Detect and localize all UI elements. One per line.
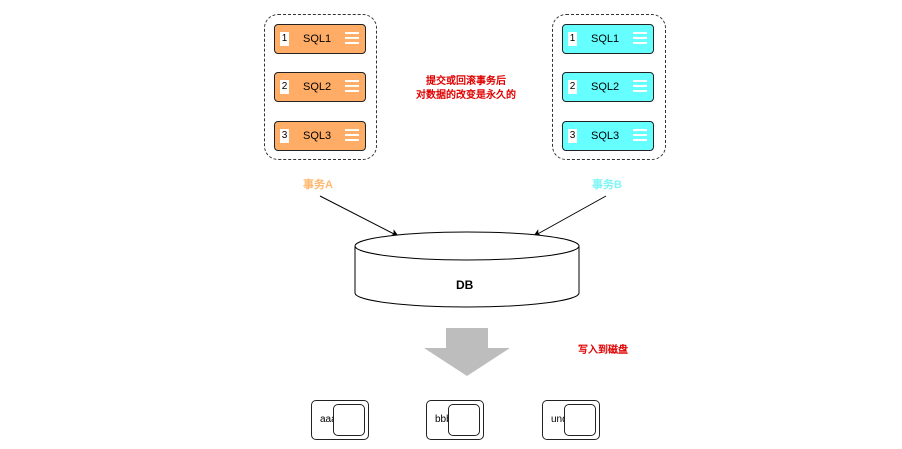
list-menu-icon <box>345 32 359 46</box>
sql-step-number: 1 <box>280 32 289 46</box>
file-undo: undo <box>542 400 600 440</box>
file-aaa: aaa <box>311 400 369 440</box>
sql-label: SQL3 <box>591 130 620 142</box>
db-cylinder <box>354 231 580 308</box>
commit-note: 提交或回滚事务后 对数据的改变是永久的 <box>406 75 526 103</box>
sql-step-number: 1 <box>568 32 577 46</box>
transaction-a-sql1: 1 SQL1 <box>274 24 366 54</box>
transaction-b-label: 事务B <box>592 179 622 191</box>
transaction-b-sql3: 3 SQL3 <box>562 121 654 151</box>
file-inner-box <box>564 404 596 436</box>
sql-step-number: 2 <box>280 80 289 94</box>
arrow-transaction-b-to-db <box>533 195 607 237</box>
db-label: DB <box>456 278 474 292</box>
connector-layer <box>319 195 607 376</box>
file-bbb: bbb <box>426 400 484 440</box>
list-menu-icon <box>633 129 647 143</box>
commit-note-line1: 提交或回滚事务后 <box>426 76 506 87</box>
commit-note-line2: 对数据的改变是永久的 <box>416 90 516 101</box>
sql-step-number: 3 <box>280 129 289 143</box>
arrow-transaction-a-to-db <box>319 195 399 237</box>
transaction-a-sql3: 3 SQL3 <box>274 121 366 151</box>
transaction-a-label: 事务A <box>303 179 333 191</box>
write-to-disk-note: 写入到磁盘 <box>578 345 628 356</box>
diagram-canvas: 1 SQL1 2 SQL2 3 SQL3 事务A 1 SQL1 2 SQL2 3… <box>0 0 902 449</box>
transaction-b-sql1: 1 SQL1 <box>562 24 654 54</box>
sql-label: SQL1 <box>303 33 332 45</box>
list-menu-icon <box>345 129 359 143</box>
transaction-a-sql2: 2 SQL2 <box>274 72 366 102</box>
transaction-b-sql2: 2 SQL2 <box>562 72 654 102</box>
list-menu-icon <box>633 32 647 46</box>
sql-step-number: 3 <box>568 129 577 143</box>
write-down-arrow <box>424 328 510 376</box>
file-inner-box <box>448 404 480 436</box>
sql-label: SQL2 <box>303 81 332 93</box>
list-menu-icon <box>345 80 359 94</box>
sql-step-number: 2 <box>568 80 577 94</box>
sql-label: SQL2 <box>591 81 620 93</box>
sql-label: SQL1 <box>591 33 620 45</box>
sql-label: SQL3 <box>303 130 332 142</box>
file-inner-box <box>333 404 365 436</box>
list-menu-icon <box>633 80 647 94</box>
